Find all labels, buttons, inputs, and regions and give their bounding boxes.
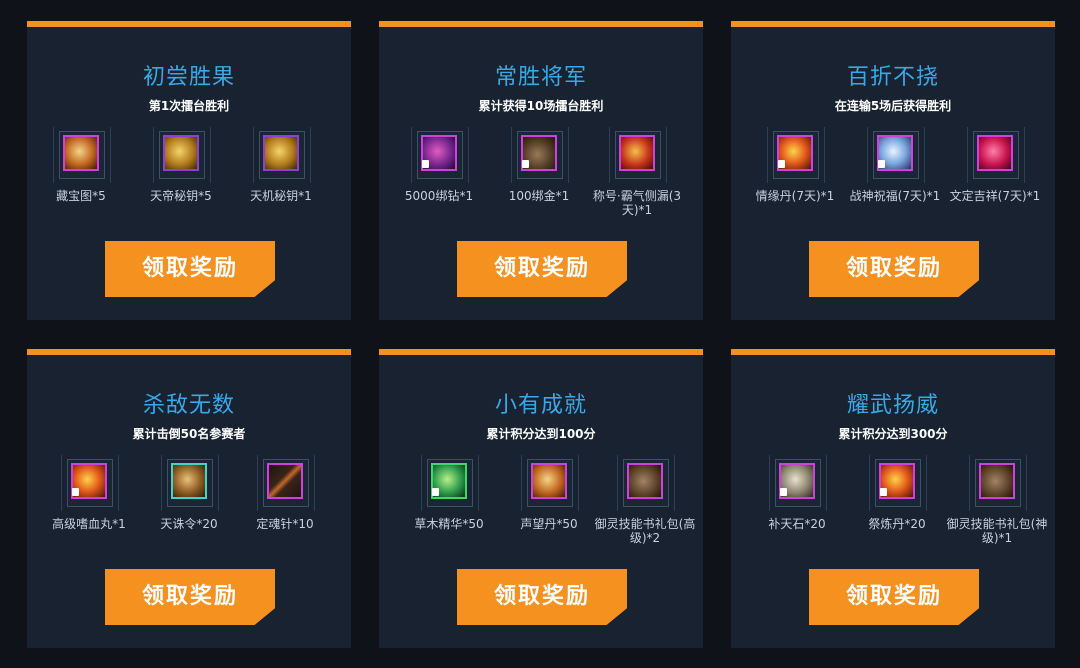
claim-reward-button[interactable]: 领取奖励 <box>457 569 627 625</box>
item-label: 高级嗜血丸*1 <box>52 517 126 531</box>
card-title: 常胜将军 <box>494 65 587 90</box>
card-subtitle: 在连输5场后获得胜利 <box>834 99 952 113</box>
card-title: 初尝胜果 <box>142 65 235 90</box>
title-badge-icon <box>619 135 655 171</box>
reward-item[interactable]: 藏宝图*5 <box>31 127 131 203</box>
lock-icon <box>778 160 785 168</box>
item-label: 定魂针*10 <box>256 517 314 531</box>
lock-icon <box>422 160 429 168</box>
reward-item[interactable]: 称号·霸气侧漏(3天)*1 <box>589 127 685 217</box>
reward-card-1: 初尝胜果 第1次擂台胜利 藏宝图*5 天帝秘钥*5 天机秘钥*1 领取奖励 <box>27 21 351 320</box>
card-subtitle: 累计击倒50名参赛者 <box>132 427 246 441</box>
reward-card-5: 小有成就 累计积分达到100分 草木精华*50 声望丹*50 御灵技能书礼包(高… <box>379 349 703 648</box>
claim-reward-button[interactable]: 领取奖励 <box>809 241 979 297</box>
lock-icon <box>432 488 439 496</box>
card-title: 杀敌无数 <box>142 393 235 418</box>
reward-card-3: 百折不挠 在连输5场后获得胜利 情缘丹(7天)*1 战神祝福(7天)*1 文定吉… <box>731 21 1055 320</box>
reward-item[interactable]: 草木精华*50 <box>399 455 499 531</box>
bronze-key-icon <box>263 135 299 171</box>
reward-item[interactable]: 天帝秘钥*5 <box>131 127 231 203</box>
reward-card-6: 耀武扬威 累计积分达到300分 补天石*20 祭炼丹*20 御灵技能书礼包(神级… <box>731 349 1055 648</box>
item-label: 天机秘钥*1 <box>250 189 312 203</box>
divine-book-bag-icon <box>979 463 1015 499</box>
card-subtitle: 第1次擂台胜利 <box>148 99 230 113</box>
lock-icon <box>878 160 885 168</box>
skill-book-bag-icon <box>627 463 663 499</box>
lock-icon <box>880 488 887 496</box>
golden-key-icon <box>163 135 199 171</box>
card-subtitle: 累计积分达到300分 <box>838 427 948 441</box>
lock-icon <box>522 160 529 168</box>
item-label: 藏宝图*5 <box>56 189 106 203</box>
reward-item[interactable]: 御灵技能书礼包(高级)*2 <box>593 455 697 545</box>
reward-item[interactable]: 100绑金*1 <box>489 127 589 203</box>
card-title: 小有成就 <box>494 393 587 418</box>
reward-item[interactable]: 天机秘钥*1 <box>231 127 331 203</box>
item-label: 情缘丹(7天)*1 <box>755 189 835 203</box>
item-label: 御灵技能书礼包(高级)*2 <box>594 517 696 545</box>
item-label: 称号·霸气侧漏(3天)*1 <box>592 189 682 217</box>
item-label: 战神祝福(7天)*1 <box>849 189 941 203</box>
reward-card-2: 常胜将军 累计获得10场擂台胜利 5000绑钻*1 100绑金*1 称号·霸气侧… <box>379 21 703 320</box>
reward-item[interactable]: 补天石*20 <box>747 455 847 531</box>
heart-token-icon <box>977 135 1013 171</box>
rewards-grid: 初尝胜果 第1次擂台胜利 藏宝图*5 天帝秘钥*5 天机秘钥*1 领取奖励 常胜… <box>0 0 1080 668</box>
reward-item[interactable]: 战神祝福(7天)*1 <box>845 127 945 203</box>
reputation-pill-icon <box>531 463 567 499</box>
item-label: 天诛令*20 <box>160 517 218 531</box>
item-label: 御灵技能书礼包(神级)*1 <box>946 517 1048 545</box>
item-label: 祭炼丹*20 <box>868 517 926 531</box>
treasure-map-icon <box>63 135 99 171</box>
reward-item[interactable]: 情缘丹(7天)*1 <box>745 127 845 203</box>
reward-item[interactable]: 高级嗜血丸*1 <box>39 455 139 531</box>
item-label: 5000绑钻*1 <box>404 189 474 203</box>
card-title: 百折不挠 <box>846 65 939 90</box>
reward-item[interactable]: 定魂针*10 <box>235 455 335 531</box>
claim-reward-button[interactable]: 领取奖励 <box>809 569 979 625</box>
needle-icon <box>267 463 303 499</box>
claim-reward-button[interactable]: 领取奖励 <box>457 241 627 297</box>
reward-item[interactable]: 声望丹*50 <box>499 455 599 531</box>
item-label: 补天石*20 <box>768 517 826 531</box>
lock-icon <box>780 488 787 496</box>
reward-item[interactable]: 天诛令*20 <box>139 455 239 531</box>
item-label: 声望丹*50 <box>520 517 578 531</box>
claim-reward-button[interactable]: 领取奖励 <box>105 241 275 297</box>
reward-item[interactable]: 御灵技能书礼包(神级)*1 <box>945 455 1049 545</box>
reward-card-4: 杀敌无数 累计击倒50名参赛者 高级嗜血丸*1 天诛令*20 定魂针*10 领取… <box>27 349 351 648</box>
item-label: 100绑金*1 <box>508 189 570 203</box>
item-label: 草木精华*50 <box>414 517 484 531</box>
card-title: 耀武扬威 <box>846 393 939 418</box>
card-subtitle: 累计获得10场擂台胜利 <box>478 99 604 113</box>
reward-item[interactable]: 文定吉祥(7天)*1 <box>945 127 1045 203</box>
reward-item[interactable]: 5000绑钻*1 <box>389 127 489 203</box>
item-label: 天帝秘钥*5 <box>150 189 212 203</box>
claim-reward-button[interactable]: 领取奖励 <box>105 569 275 625</box>
scroll-token-icon <box>171 463 207 499</box>
item-label: 文定吉祥(7天)*1 <box>949 189 1041 203</box>
reward-item[interactable]: 祭炼丹*20 <box>847 455 947 531</box>
lock-icon <box>72 488 79 496</box>
card-subtitle: 累计积分达到100分 <box>486 427 596 441</box>
